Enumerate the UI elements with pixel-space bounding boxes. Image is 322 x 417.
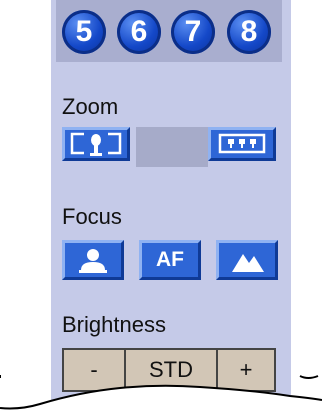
torn-edge-divider — [0, 375, 322, 417]
